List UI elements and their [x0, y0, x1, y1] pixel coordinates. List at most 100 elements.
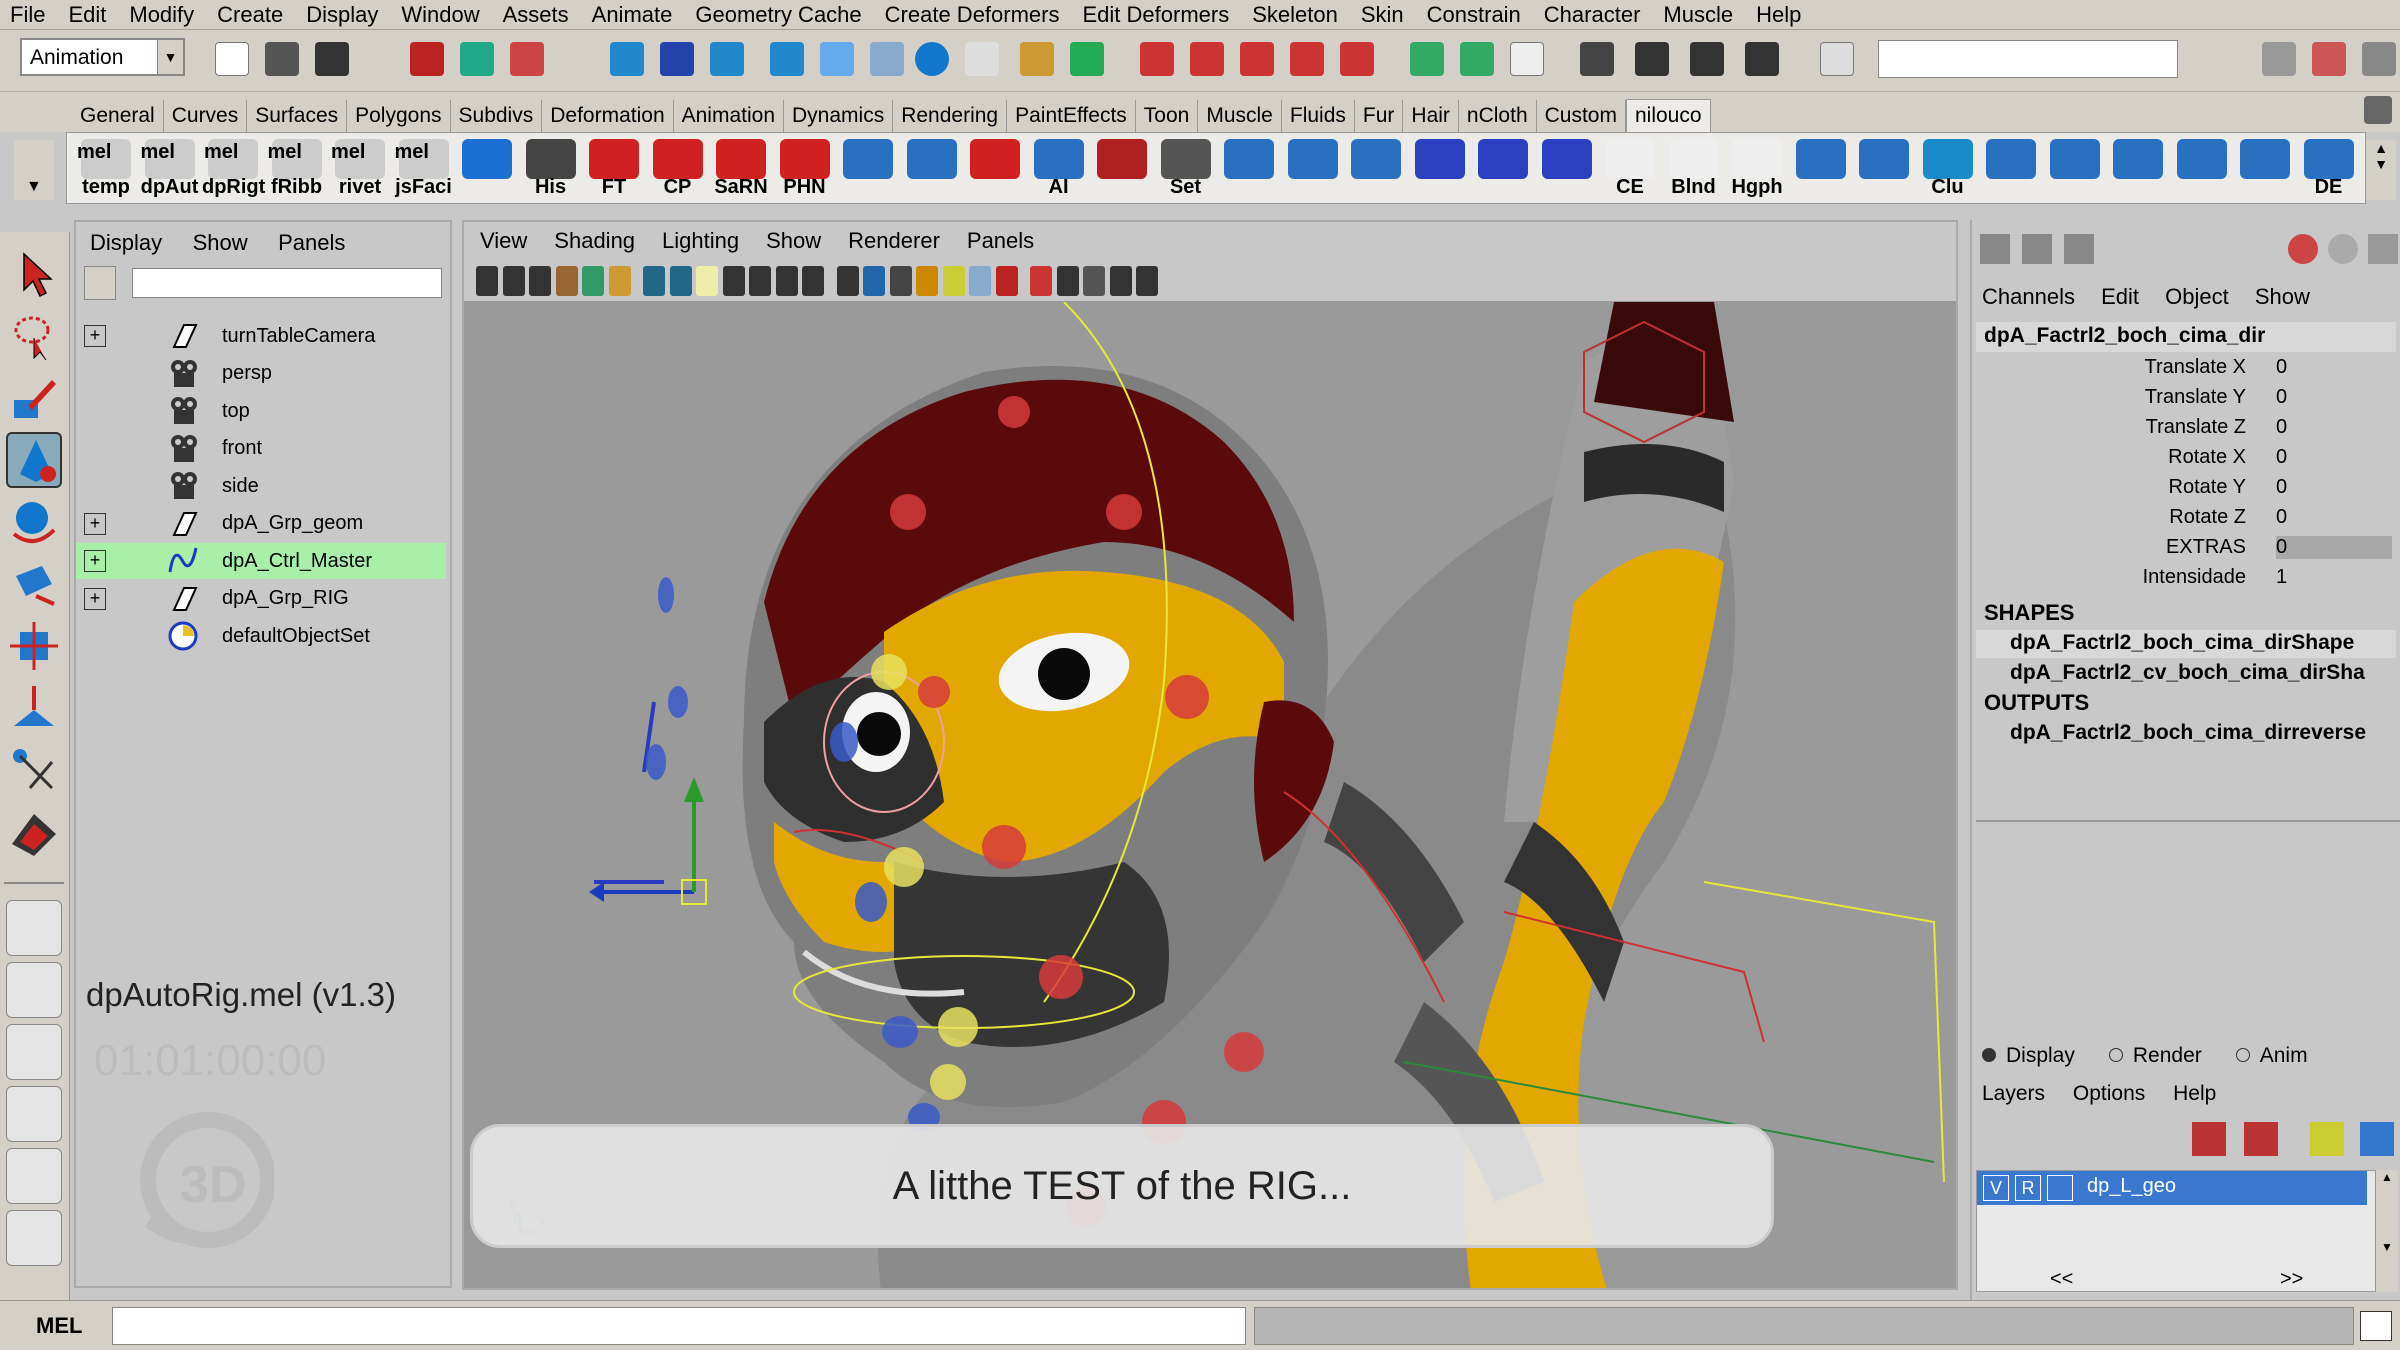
ipr-render-icon[interactable]: [1690, 42, 1724, 76]
menu-modify[interactable]: Modify: [129, 2, 194, 28]
snap-curve-icon[interactable]: [660, 42, 694, 76]
outliner-item-dpa-grp-rig[interactable]: + dpA_Grp_RIG: [76, 581, 446, 617]
select-camera-icon[interactable]: [476, 266, 498, 296]
outliner-item-dpa-ctrl-master[interactable]: + dpA_Ctrl_Master: [76, 543, 446, 579]
show-manip-icon[interactable]: [6, 742, 62, 798]
pin-icon[interactable]: [2368, 234, 2398, 264]
shelf-tab-deformation[interactable]: Deformation: [542, 100, 674, 132]
last-tool-icon[interactable]: [6, 804, 62, 860]
viewport-menu-renderer[interactable]: Renderer: [848, 228, 940, 254]
render-view-icon[interactable]: [1580, 42, 1614, 76]
menu-constrain[interactable]: Constrain: [1427, 2, 1521, 28]
shelf-button[interactable]: AI: [1028, 137, 1090, 199]
outliner-item-side[interactable]: side: [76, 468, 446, 504]
snap-live-icon[interactable]: [820, 42, 854, 76]
tool-settings-icon[interactable]: [2064, 234, 2094, 264]
bookmark-icon[interactable]: [529, 266, 551, 296]
shelf-button[interactable]: Hgph: [1726, 137, 1788, 199]
shape-item[interactable]: dpA_Factrl2_cv_boch_cima_dirSha: [1976, 660, 2396, 688]
move-tool-icon[interactable]: [6, 432, 62, 488]
outliner-item-turntablecamera[interactable]: + turnTableCamera: [76, 318, 446, 354]
hypershade-layout-icon[interactable]: [6, 1148, 62, 1204]
layer-menu-help[interactable]: Help: [2173, 1082, 2216, 1105]
radio-render[interactable]: Render: [2108, 1044, 2202, 1068]
channels-menu-object[interactable]: Object: [2165, 284, 2229, 309]
channel-attr-row[interactable]: Translate X 0: [1972, 356, 2396, 386]
shelf-mel-button[interactable]: mel rivet: [329, 137, 391, 199]
menu-skin[interactable]: Skin: [1361, 2, 1404, 28]
default-material-icon[interactable]: [836, 266, 859, 296]
shelf-tab-nilouco[interactable]: nilouco: [1625, 99, 1711, 132]
outliner-item-persp[interactable]: persp: [76, 356, 446, 392]
shelf-tab-custom[interactable]: Custom: [1537, 100, 1626, 132]
shelf-button[interactable]: [837, 137, 899, 199]
isolate-select-icon[interactable]: [995, 266, 1018, 296]
radio-display[interactable]: Display: [1982, 1044, 2075, 1068]
safe-action-icon[interactable]: [722, 266, 745, 296]
four-view-layout-icon[interactable]: [6, 962, 62, 1018]
snap-magnet-2-icon[interactable]: [1240, 42, 1274, 76]
menu-edit[interactable]: Edit: [68, 2, 106, 28]
use-all-lights-icon[interactable]: [889, 266, 912, 296]
shelf-button[interactable]: [1091, 137, 1153, 199]
command-input[interactable]: [112, 1307, 1246, 1345]
channel-attr-row[interactable]: Rotate Z 0: [1972, 506, 2396, 536]
render-frame-icon[interactable]: [1635, 42, 1669, 76]
input-output-icon[interactable]: [1460, 42, 1494, 76]
single-perspective-layout-icon[interactable]: [6, 900, 62, 956]
shelf-button[interactable]: CP: [647, 137, 709, 199]
shelf-tab-dynamics[interactable]: Dynamics: [784, 100, 894, 132]
menu-help[interactable]: Help: [1756, 2, 1801, 28]
outliner-menu-display[interactable]: Display: [90, 230, 162, 255]
channel-attr-row[interactable]: Translate Z 0: [1972, 416, 2396, 446]
magnet-icon[interactable]: [1140, 42, 1174, 76]
2d-pan-zoom-icon[interactable]: [582, 266, 604, 296]
channels-menu-edit[interactable]: Edit: [2101, 284, 2139, 309]
outliner-item-top[interactable]: top: [76, 393, 446, 429]
shelf-button[interactable]: [2234, 137, 2296, 199]
script-editor-icon[interactable]: [1510, 42, 1544, 76]
menu-display[interactable]: Display: [306, 2, 378, 28]
channels-menu-show[interactable]: Show: [2255, 284, 2310, 309]
menu-window[interactable]: Window: [401, 2, 479, 28]
menu-create-deformers[interactable]: Create Deformers: [885, 2, 1060, 28]
rotate-tool-icon[interactable]: [6, 494, 62, 550]
snap-grid-icon[interactable]: [610, 42, 644, 76]
soft-mod-icon[interactable]: [6, 680, 62, 736]
layer-name[interactable]: dp_L_geo: [2087, 1175, 2176, 1198]
shelf-button[interactable]: [1536, 137, 1598, 199]
shelf-tab-general[interactable]: General: [72, 100, 164, 132]
viewport-menu-panels[interactable]: Panels: [967, 228, 1034, 254]
snap-plane-icon[interactable]: [770, 42, 804, 76]
channel-attr-row[interactable]: Rotate Y 0: [1972, 476, 2396, 506]
shelf-mel-button[interactable]: mel temp: [75, 137, 137, 199]
channel-attr-value[interactable]: 0: [2276, 356, 2392, 379]
shelf-mel-button[interactable]: mel dpRigt: [202, 137, 265, 199]
menu-skeleton[interactable]: Skeleton: [1252, 2, 1338, 28]
layer-prev-button[interactable]: <<: [2050, 1268, 2073, 1291]
selected-object-name[interactable]: dpA_Factrl2_boch_cima_dir: [1976, 322, 2396, 352]
move-layer-down-icon[interactable]: [2244, 1122, 2278, 1156]
construction-history-icon[interactable]: [1410, 42, 1444, 76]
outliner-menu-panels[interactable]: Panels: [278, 230, 345, 255]
new-scene-icon[interactable]: [215, 42, 249, 76]
film-gate-icon[interactable]: [643, 266, 665, 296]
layer-visibility-toggle[interactable]: V: [1983, 1175, 2009, 1201]
shelf-button[interactable]: DE: [2298, 137, 2360, 199]
save-scene-icon[interactable]: [315, 42, 349, 76]
universal-manip-icon[interactable]: [6, 618, 62, 674]
shelf-button[interactable]: SaRN: [710, 137, 772, 199]
render-settings-icon[interactable]: [1745, 42, 1779, 76]
color-icon[interactable]: [2288, 234, 2318, 264]
select-tool-icon[interactable]: [6, 246, 62, 302]
shelf-button[interactable]: [964, 137, 1026, 199]
shelf-tab-curves[interactable]: Curves: [164, 100, 248, 132]
quick-selection-icon[interactable]: [1820, 42, 1854, 76]
select-object-icon[interactable]: [460, 42, 494, 76]
wireframe-icon[interactable]: [775, 266, 798, 296]
expand-toggle-icon[interactable]: +: [84, 325, 106, 347]
expand-toggle-icon[interactable]: +: [84, 512, 106, 535]
shelf-button[interactable]: [456, 137, 518, 199]
snap-magnet-4-icon[interactable]: [1340, 42, 1374, 76]
menu-character[interactable]: Character: [1544, 2, 1641, 28]
